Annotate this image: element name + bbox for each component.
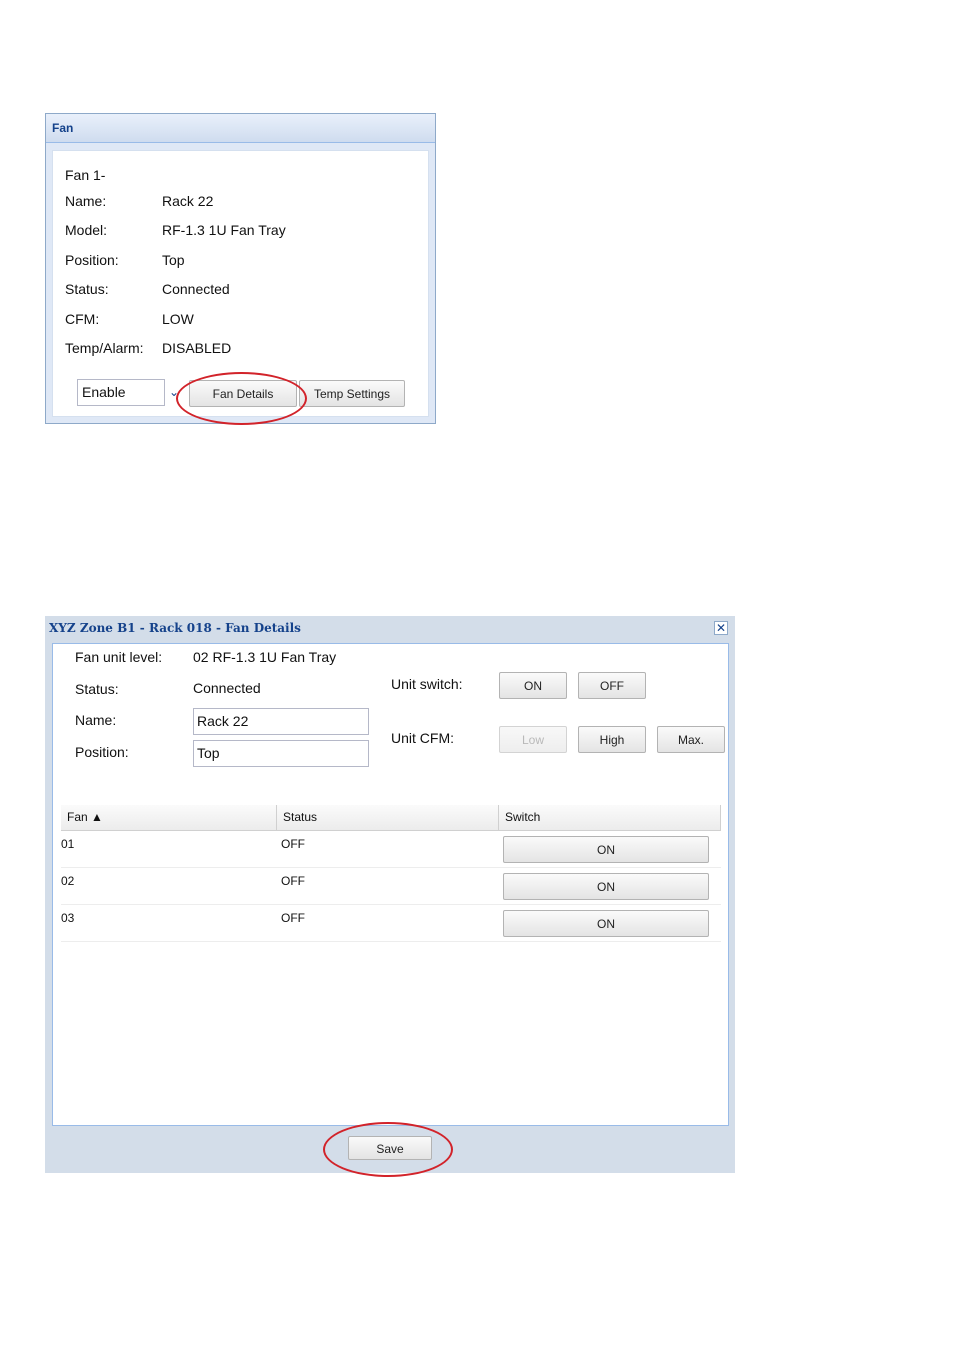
cfm-max-button[interactable]: Max. — [657, 726, 725, 753]
unit-cfm-label: Unit CFM: — [391, 730, 454, 746]
info-label: CFM: — [65, 311, 100, 327]
fan-cell: 02 — [61, 874, 75, 888]
info-label: Model: — [65, 222, 108, 238]
fan-panel-body: Fan 1- Name: Rack 22 Model: RF-1.3 1U Fa… — [52, 150, 429, 417]
fan-details-window: XYZ Zone B1 - Rack 018 - Fan Details ✕ F… — [45, 616, 735, 1173]
close-icon[interactable]: ✕ — [714, 621, 728, 635]
fan-switch-button[interactable]: ON — [503, 873, 709, 900]
info-label: Status: — [65, 281, 109, 297]
status-cell: OFF — [281, 874, 305, 888]
name-label: Name: — [75, 712, 117, 728]
window-title: XYZ Zone B1 - Rack 018 - Fan Details — [49, 621, 301, 635]
window-content: Fan unit level: 02 RF-1.3 1U Fan Tray St… — [52, 643, 729, 1126]
info-value: Rack 22 — [162, 193, 214, 209]
fan-cell: 03 — [61, 911, 75, 925]
chevron-down-icon[interactable]: ⌄ — [167, 383, 181, 401]
column-header-fan[interactable]: Fan ▲ — [61, 805, 277, 830]
unit-switch-on-button[interactable]: ON — [499, 672, 567, 699]
table-row: 02 OFF ON — [61, 868, 721, 905]
info-label: Position: — [65, 252, 119, 268]
fan-unit-level-label: Fan unit level: — [75, 649, 163, 665]
info-value: DISABLED — [162, 340, 232, 356]
info-value: Connected — [162, 281, 230, 297]
fan-panel: Fan Fan 1- Name: Rack 22 Model: RF-1.3 1… — [45, 113, 436, 424]
info-label: Temp/Alarm: — [65, 340, 144, 356]
info-value: RF-1.3 1U Fan Tray — [162, 222, 286, 238]
fan-details-button[interactable]: Fan Details — [189, 380, 297, 407]
table-row: 03 OFF ON — [61, 905, 721, 942]
temp-settings-button[interactable]: Temp Settings — [299, 380, 405, 407]
fan-panel-title: Fan — [46, 114, 435, 143]
name-input[interactable]: Rack 22 — [193, 708, 369, 735]
grid-header: Fan ▲ Status Switch — [61, 805, 721, 831]
fan-switch-button[interactable]: ON — [503, 910, 709, 937]
table-row: 01 OFF ON — [61, 831, 721, 868]
unit-switch-label: Unit switch: — [391, 676, 463, 692]
status-cell: OFF — [281, 911, 305, 925]
cfm-high-button[interactable]: High — [578, 726, 646, 753]
column-header-switch[interactable]: Switch — [499, 805, 721, 830]
fan-cell: 01 — [61, 837, 75, 851]
cfm-low-button: Low — [499, 726, 567, 753]
status-label: Status: — [75, 681, 119, 697]
fan-unit-level-value: 02 RF-1.3 1U Fan Tray — [193, 649, 337, 665]
unit-switch-off-button[interactable]: OFF — [578, 672, 646, 699]
status-value: Connected — [193, 680, 261, 696]
info-value: Top — [162, 252, 185, 268]
save-button[interactable]: Save — [348, 1136, 432, 1160]
status-cell: OFF — [281, 837, 305, 851]
info-value: LOW — [162, 311, 194, 327]
position-label: Position: — [75, 744, 129, 760]
enable-select[interactable]: Enable — [77, 379, 165, 406]
fan-grid: Fan ▲ Status Switch 01 OFF ON 02 OFF ON … — [61, 805, 721, 942]
column-header-status[interactable]: Status — [277, 805, 499, 830]
fan-heading: Fan 1- — [65, 167, 106, 183]
info-label: Name: — [65, 193, 107, 209]
position-input[interactable]: Top — [193, 740, 369, 767]
fan-switch-button[interactable]: ON — [503, 836, 709, 863]
